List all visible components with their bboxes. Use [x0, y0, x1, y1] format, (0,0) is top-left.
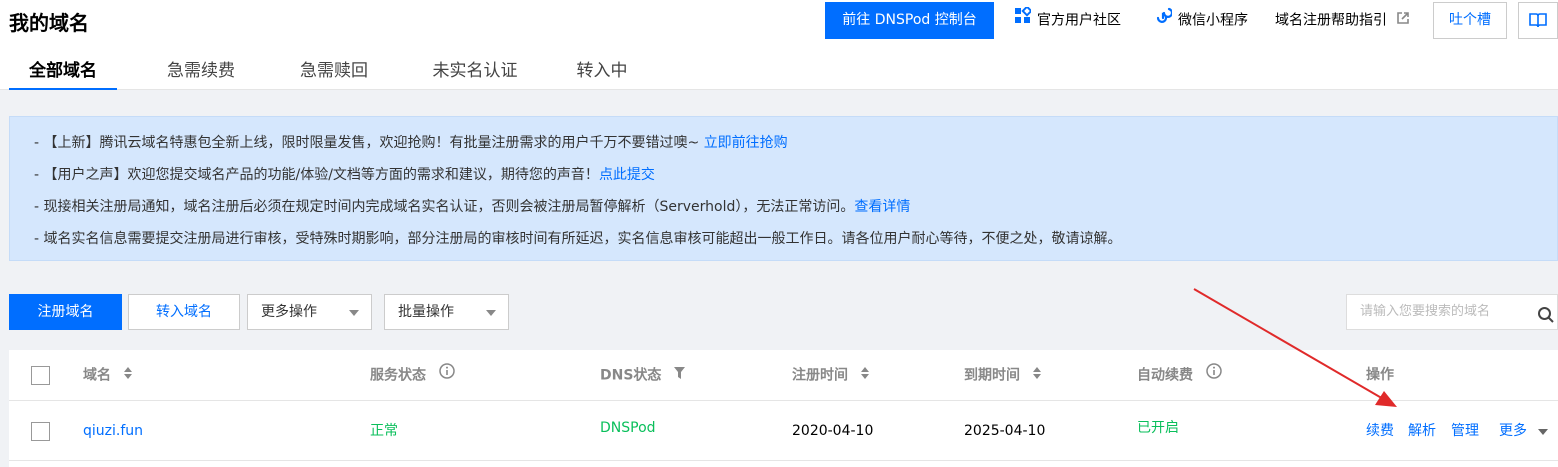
- row-checkbox[interactable]: [31, 422, 50, 441]
- sort-icon: [1032, 350, 1041, 401]
- notice-line: - 【上新】腾讯云域名特惠包全新上线，限时限量发售，欢迎抢购！有批量注册需求的用…: [34, 132, 788, 152]
- tab-all-domains[interactable]: 全部域名: [9, 56, 117, 90]
- page-title: 我的域名: [9, 11, 89, 35]
- sort-icon: [123, 350, 132, 401]
- feedback-button[interactable]: 吐个槽: [1433, 2, 1507, 39]
- batch-ops-label: 批量操作: [398, 304, 454, 320]
- table-row: qiuzi.fun 正常 DNSPod 2020-04-10 2025-04-1…: [9, 401, 1558, 461]
- notice-text: - 【上新】腾讯云域名特惠包全新上线，限时限量发售，欢迎抢购！有批量注册需求的用…: [34, 135, 704, 151]
- notice-link[interactable]: 查看详情: [854, 199, 910, 215]
- tab-unverified[interactable]: 未实名认证: [413, 56, 537, 90]
- info-icon[interactable]: [439, 350, 455, 401]
- tab-urgent-redeem[interactable]: 急需赎回: [281, 56, 387, 90]
- transfer-in-button[interactable]: 转入域名: [128, 294, 240, 330]
- batch-ops-select[interactable]: 批量操作: [384, 294, 509, 330]
- dns-status-value: DNSPod: [600, 420, 656, 436]
- column-domain[interactable]: 域名: [83, 350, 132, 401]
- reg-time-value: 2020-04-10: [792, 423, 874, 439]
- tab-urgent-renew[interactable]: 急需续费: [149, 56, 253, 90]
- header-actions: 前往 DNSPod 控制台 官方用户社区 微信小程序 域名注册帮助指引 吐个槽: [825, 2, 1558, 39]
- mini-program-link[interactable]: 微信小程序: [1155, 2, 1248, 39]
- domain-table: 域名 服务状态 DNS状态 注册时间 到期时间 自动续费 操作 qiuzi.fu…: [9, 350, 1558, 467]
- mini-program-link-label: 微信小程序: [1178, 12, 1248, 29]
- help-guide-link-label: 域名注册帮助指引: [1275, 12, 1387, 29]
- info-icon[interactable]: [1206, 350, 1222, 401]
- tab-transferring[interactable]: 转入中: [567, 56, 637, 90]
- column-label: DNS状态: [600, 367, 662, 384]
- community-link[interactable]: 官方用户社区: [1014, 2, 1121, 39]
- resolve-link[interactable]: 解析: [1408, 401, 1436, 461]
- table-header: 域名 服务状态 DNS状态 注册时间 到期时间 自动续费 操作: [9, 350, 1558, 401]
- column-ops: 操作: [1366, 367, 1394, 383]
- column-service-status: 服务状态: [370, 350, 455, 401]
- more-ops-label: 更多操作: [261, 304, 317, 320]
- column-dns-status[interactable]: DNS状态: [600, 350, 686, 401]
- search-placeholder: 请输入您要搜索的域名: [1360, 304, 1491, 319]
- page-header: 我的域名 全部域名 急需续费 急需赎回 未实名认证 转入中 前往 DNSPod …: [0, 0, 1558, 90]
- notice-text: - 域名实名信息需要提交注册局进行审核，受特殊时期影响，部分注册局的审核时间有所…: [34, 231, 1122, 247]
- notice-line: - 域名实名信息需要提交注册局进行审核，受特殊时期影响，部分注册局的审核时间有所…: [34, 228, 1122, 248]
- dnspod-console-button[interactable]: 前往 DNSPod 控制台: [825, 2, 994, 39]
- book-icon: [1529, 12, 1547, 28]
- column-label: 自动续费: [1137, 367, 1193, 384]
- notice-text: - 现接相关注册局通知，域名注册后必须在规定时间内完成域名实名认证，否则会被注册…: [34, 199, 855, 215]
- column-label: 注册时间: [792, 367, 848, 384]
- search-icon[interactable]: [1537, 304, 1555, 338]
- docs-button[interactable]: [1518, 2, 1558, 39]
- notice-line: - 【用户之声】欢迎您提交域名产品的功能/体验/文档等方面的需求和建议，期待您的…: [34, 164, 655, 184]
- notice-text: - 【用户之声】欢迎您提交域名产品的功能/体验/文档等方面的需求和建议，期待您的…: [34, 167, 599, 183]
- domain-name-link[interactable]: qiuzi.fun: [83, 401, 143, 461]
- more-ops-select[interactable]: 更多操作: [247, 294, 372, 330]
- more-menu[interactable]: 更多: [1499, 401, 1549, 461]
- more-menu-label: 更多: [1499, 423, 1527, 439]
- chevron-down-icon: [486, 310, 496, 316]
- column-expire-time[interactable]: 到期时间: [964, 350, 1041, 401]
- notice-link[interactable]: 立即前往抢购: [704, 135, 788, 151]
- notice-panel: - 【上新】腾讯云域名特惠包全新上线，限时限量发售，欢迎抢购！有批量注册需求的用…: [9, 116, 1558, 261]
- expire-time-value: 2025-04-10: [964, 423, 1046, 439]
- chevron-down-icon: [349, 310, 359, 316]
- domain-search-input[interactable]: 请输入您要搜索的域名: [1346, 294, 1558, 330]
- auto-renew-value: 已开启: [1137, 420, 1179, 436]
- external-link-icon: [1397, 2, 1410, 39]
- sort-icon: [860, 350, 869, 401]
- domain-toolbar: 注册域名 转入域名 更多操作 批量操作 请输入您要搜索的域名: [9, 294, 1558, 330]
- column-label: 域名: [83, 367, 111, 384]
- register-domain-button[interactable]: 注册域名: [9, 294, 122, 330]
- help-guide-link[interactable]: 域名注册帮助指引: [1275, 2, 1410, 39]
- filter-icon: [674, 350, 686, 401]
- notice-line: - 现接相关注册局通知，域名注册后必须在规定时间内完成域名实名认证，否则会被注册…: [34, 196, 910, 216]
- column-auto-renew: 自动续费: [1137, 350, 1222, 401]
- select-all-checkbox[interactable]: [31, 366, 50, 385]
- notice-link[interactable]: 点此提交: [599, 167, 655, 183]
- column-label: 到期时间: [964, 367, 1020, 384]
- caret-down-icon: [1538, 401, 1549, 461]
- manage-link[interactable]: 管理: [1451, 401, 1479, 461]
- service-status-value: 正常: [370, 423, 398, 439]
- community-link-label: 官方用户社区: [1037, 12, 1121, 29]
- mini-program-icon: [1155, 2, 1174, 39]
- apps-grid-icon: [1014, 2, 1033, 39]
- renew-link[interactable]: 续费: [1366, 401, 1394, 461]
- column-reg-time[interactable]: 注册时间: [792, 350, 869, 401]
- column-label: 服务状态: [370, 367, 426, 384]
